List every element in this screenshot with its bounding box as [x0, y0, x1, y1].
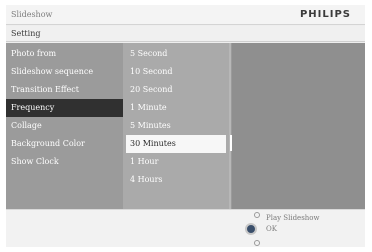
play-slideshow-hint: Play Slideshow — [266, 214, 320, 222]
section-bar: Setting — [6, 26, 365, 42]
section-title: Setting — [11, 29, 41, 38]
nav-up-icon[interactable] — [254, 212, 260, 218]
menu-item-collage[interactable]: Collage — [6, 117, 123, 135]
menu-item-transition-effect[interactable]: Transition Effect — [6, 81, 123, 99]
option-5-minutes[interactable]: 5 Minutes — [126, 117, 226, 135]
preview-area — [232, 43, 365, 209]
menu-item-frequency[interactable]: Frequency — [6, 99, 123, 117]
screen-title: Slideshow — [11, 10, 53, 19]
menu-item-show-clock[interactable]: Show Clock — [6, 153, 123, 171]
brand-logo: PHILIPS — [299, 9, 351, 20]
option-1-minute[interactable]: 1 Minute — [126, 99, 226, 117]
option-30-minutes[interactable]: 30 Minutes — [126, 135, 226, 153]
settings-panel: Photo from Slideshow sequence Transition… — [6, 43, 365, 209]
nav-down-icon[interactable] — [254, 240, 260, 246]
menu-item-photo-from[interactable]: Photo from — [6, 45, 123, 63]
ok-button-icon[interactable] — [245, 223, 257, 235]
menu-item-background-color[interactable]: Background Color — [6, 135, 123, 153]
frequency-options-list: 5 Second 10 Second 20 Second 1 Minute 5 … — [123, 43, 229, 209]
option-4-hours[interactable]: 4 Hours — [126, 171, 226, 189]
list-divider — [229, 43, 231, 209]
option-1-hour[interactable]: 1 Hour — [126, 153, 226, 171]
ok-hint: OK — [266, 225, 277, 233]
title-bar: Slideshow PHILIPS — [6, 5, 365, 25]
photo-frame-screen: Slideshow PHILIPS Setting Photo from Sli… — [6, 5, 365, 247]
control-hints-bar: Play Slideshow OK — [6, 209, 365, 247]
option-20-second[interactable]: 20 Second — [126, 81, 226, 99]
option-5-second[interactable]: 5 Second — [126, 45, 226, 63]
option-10-second[interactable]: 10 Second — [126, 63, 226, 81]
menu-item-slideshow-sequence[interactable]: Slideshow sequence — [6, 63, 123, 81]
